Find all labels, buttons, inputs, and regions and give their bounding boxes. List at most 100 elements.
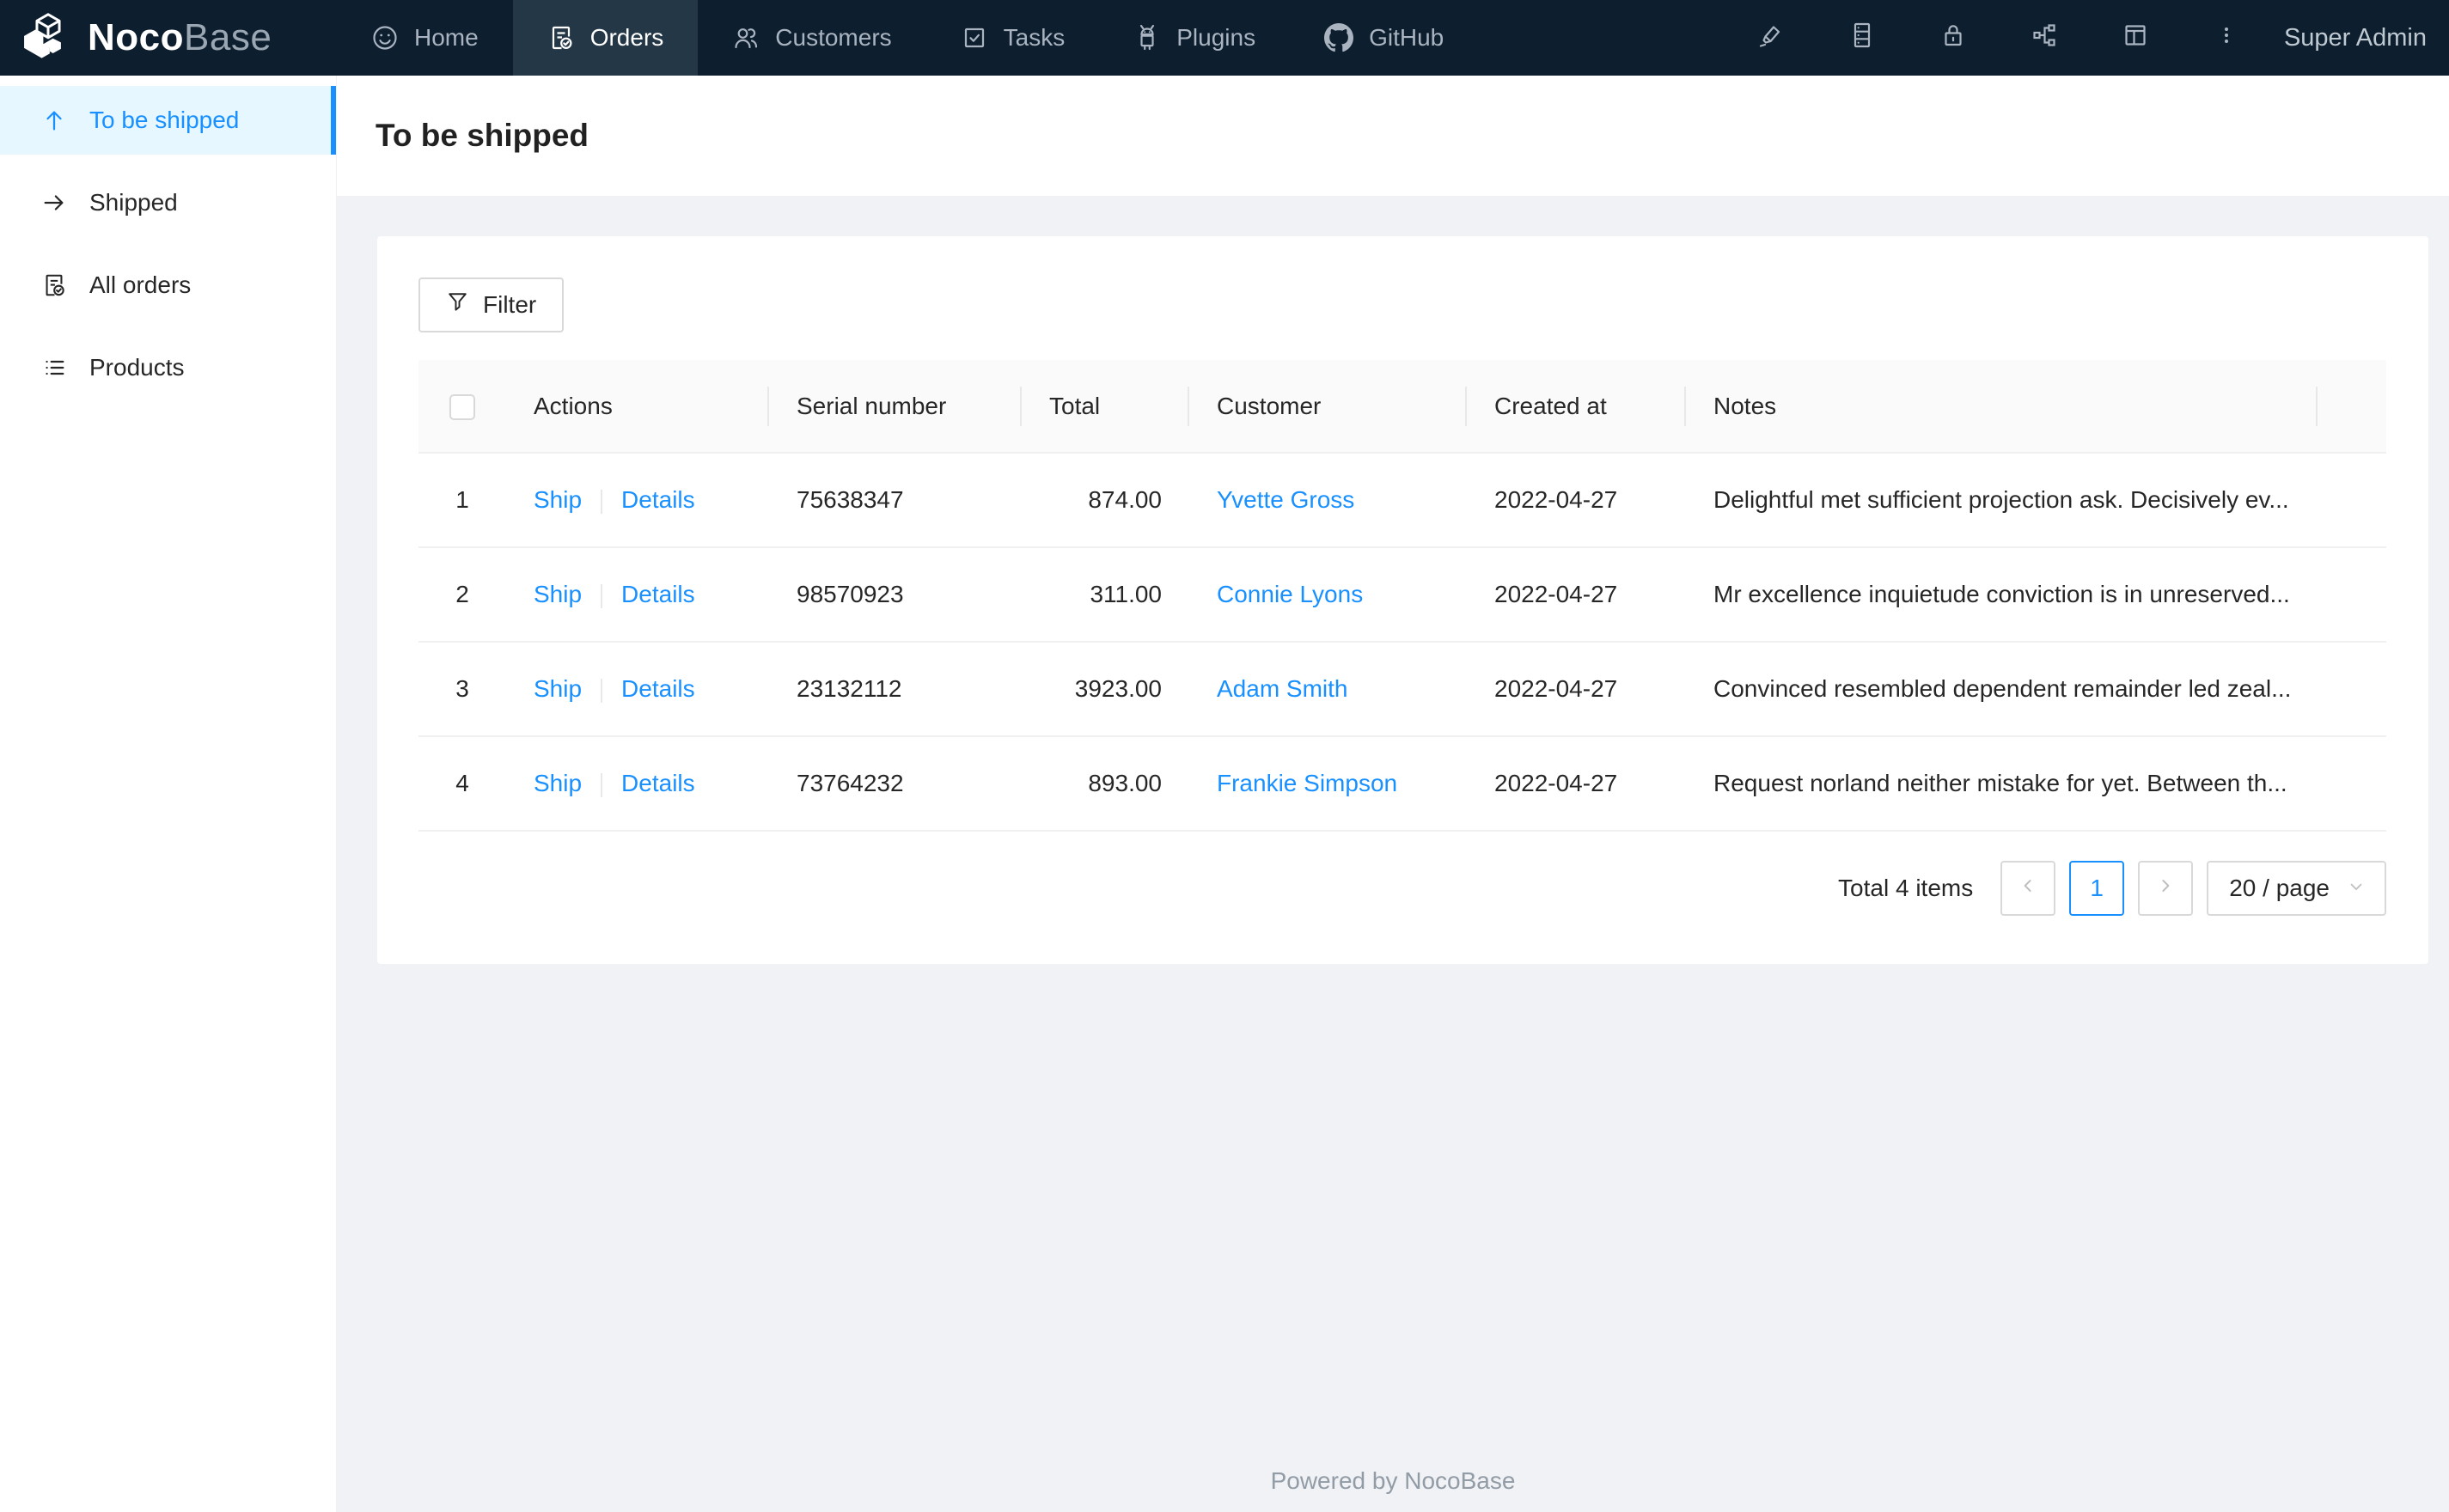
user-menu[interactable]: Super Admin (2284, 24, 2427, 52)
nocobase-logo-text: NocoBase (88, 16, 272, 58)
column-header-notes: Notes (1686, 360, 2318, 454)
nav-item-label: Tasks (1003, 24, 1066, 51)
pagination: Total 4 items 1 20 / page (418, 861, 2386, 916)
ship-link[interactable]: Ship (534, 486, 582, 513)
action-divider (601, 678, 603, 703)
lock-icon (1939, 21, 1967, 55)
row-actions: Ship Details (506, 453, 769, 548)
database-icon (1848, 21, 1876, 55)
row-actions: Ship Details (506, 736, 769, 832)
column-header-created-at: Created at (1467, 360, 1686, 454)
details-link[interactable]: Details (621, 675, 695, 702)
smile-icon (371, 24, 399, 52)
created-at-cell: 2022-04-27 (1467, 642, 1686, 737)
action-divider (601, 489, 603, 514)
nav-item-plugins[interactable]: Plugins (1099, 0, 1290, 76)
nocobase-logo[interactable]: NocoBase (0, 0, 337, 76)
orders-table: Actions Serial number Total Customer Cre… (418, 360, 2386, 832)
column-header-spacer (2318, 360, 2386, 454)
column-header-actions: Actions (506, 360, 769, 454)
table-row: 3 Ship Details 23132112 3923.00 Adam Smit… (418, 642, 2386, 737)
customer-link[interactable]: Yvette Gross (1217, 486, 1354, 513)
app-root: NocoBase Home Orders Customers Tasks Plu… (0, 0, 2449, 1512)
spacer-cell (2318, 642, 2386, 737)
workflow-button[interactable] (1999, 0, 2090, 76)
nav-item-label: Home (414, 24, 479, 51)
nav-item-label: Customers (775, 24, 892, 51)
sidebar-item-label: Products (89, 354, 185, 381)
details-link[interactable]: Details (621, 486, 695, 513)
layout-button[interactable] (2090, 0, 2181, 76)
partition-icon (2031, 21, 2058, 55)
created-at-cell: 2022-04-27 (1467, 736, 1686, 832)
android-icon (1133, 24, 1161, 52)
nocobase-logo-icon (22, 12, 74, 64)
file-done-icon (547, 24, 575, 52)
nav-item-customers[interactable]: Customers (698, 0, 925, 76)
notes-cell: Mr excellence inquietude conviction is i… (1686, 547, 2318, 643)
customer-link[interactable]: Adam Smith (1217, 675, 1348, 702)
orders-card: Filter Actions Serial number Total Custo… (377, 236, 2428, 964)
page-title: To be shipped (376, 118, 589, 153)
collections-button[interactable] (1817, 0, 1908, 76)
nav-item-tasks[interactable]: Tasks (926, 0, 1100, 76)
row-index: 3 (418, 642, 506, 737)
customer-cell: Frankie Simpson (1189, 736, 1467, 832)
customer-link[interactable]: Frankie Simpson (1217, 770, 1397, 796)
page-size-select[interactable]: 20 / page (2207, 861, 2386, 916)
table-row: 4 Ship Details 73764232 893.00 Frankie Si… (418, 736, 2386, 832)
nav-item-home[interactable]: Home (337, 0, 513, 76)
customer-link[interactable]: Connie Lyons (1217, 581, 1363, 607)
sidebar-item-label: All orders (89, 271, 192, 298)
details-link[interactable]: Details (621, 581, 695, 607)
page-size-value: 20 / page (2229, 875, 2330, 901)
ship-link[interactable]: Ship (534, 770, 582, 796)
total-cell: 311.00 (1022, 547, 1189, 643)
filter-button[interactable]: Filter (418, 277, 565, 332)
table-row: 1 Ship Details 75638347 874.00 Yvette Gro… (418, 453, 2386, 548)
notes-cell: Convinced resembled dependent remainder … (1686, 642, 2318, 737)
check-square-icon (961, 24, 988, 52)
sidebar-item-to-be-shipped[interactable]: To be shipped (0, 86, 336, 155)
notes-cell: Request norland neither mistake for yet.… (1686, 736, 2318, 832)
sidebar-item-shipped[interactable]: Shipped (0, 168, 336, 237)
file-done-icon (41, 272, 67, 298)
page-footer: Powered by NocoBase (337, 1450, 2449, 1512)
filter-icon (446, 290, 469, 320)
customer-cell: Yvette Gross (1189, 453, 1467, 548)
page-1-button[interactable]: 1 (2069, 861, 2125, 916)
nav-item-label: Plugins (1176, 24, 1256, 51)
select-all-checkbox[interactable] (449, 393, 475, 420)
ship-link[interactable]: Ship (534, 581, 582, 607)
ui-editor-button[interactable] (1725, 0, 1817, 76)
column-header-customer: Customer (1189, 360, 1467, 454)
column-header-serial-number: Serial number (769, 360, 1022, 454)
nav-item-orders[interactable]: Orders (512, 0, 699, 76)
notes-cell: Delightful met sufficient projection ask… (1686, 453, 2318, 548)
page-header: To be shipped (337, 76, 2449, 196)
sidebar: To be shipped Shipped All orders Product… (0, 76, 337, 1512)
details-link[interactable]: Details (621, 770, 695, 796)
more-button[interactable] (2181, 0, 2272, 76)
sidebar-item-products[interactable]: Products (0, 333, 336, 402)
select-all-header (418, 360, 506, 454)
powered-by-text: Powered by NocoBase (1270, 1467, 1516, 1494)
sidebar-item-label: To be shipped (89, 107, 240, 133)
nav-item-github[interactable]: GitHub (1290, 0, 1478, 76)
prev-page-button[interactable] (2000, 861, 2056, 916)
spacer-cell (2318, 453, 2386, 548)
serial-number-cell: 98570923 (769, 547, 1022, 643)
permissions-button[interactable] (1908, 0, 1999, 76)
next-page-button[interactable] (2138, 861, 2194, 916)
spacer-cell (2318, 736, 2386, 832)
row-actions: Ship Details (506, 642, 769, 737)
sidebar-item-all-orders[interactable]: All orders (0, 251, 336, 320)
chevron-down-icon (2347, 875, 2366, 902)
arrow-right-icon (41, 190, 67, 216)
total-cell: 3923.00 (1022, 642, 1189, 737)
more-icon (2213, 21, 2240, 55)
ship-link[interactable]: Ship (534, 675, 582, 702)
serial-number-cell: 75638347 (769, 453, 1022, 548)
github-icon (1324, 23, 1354, 52)
row-index: 1 (418, 453, 506, 548)
